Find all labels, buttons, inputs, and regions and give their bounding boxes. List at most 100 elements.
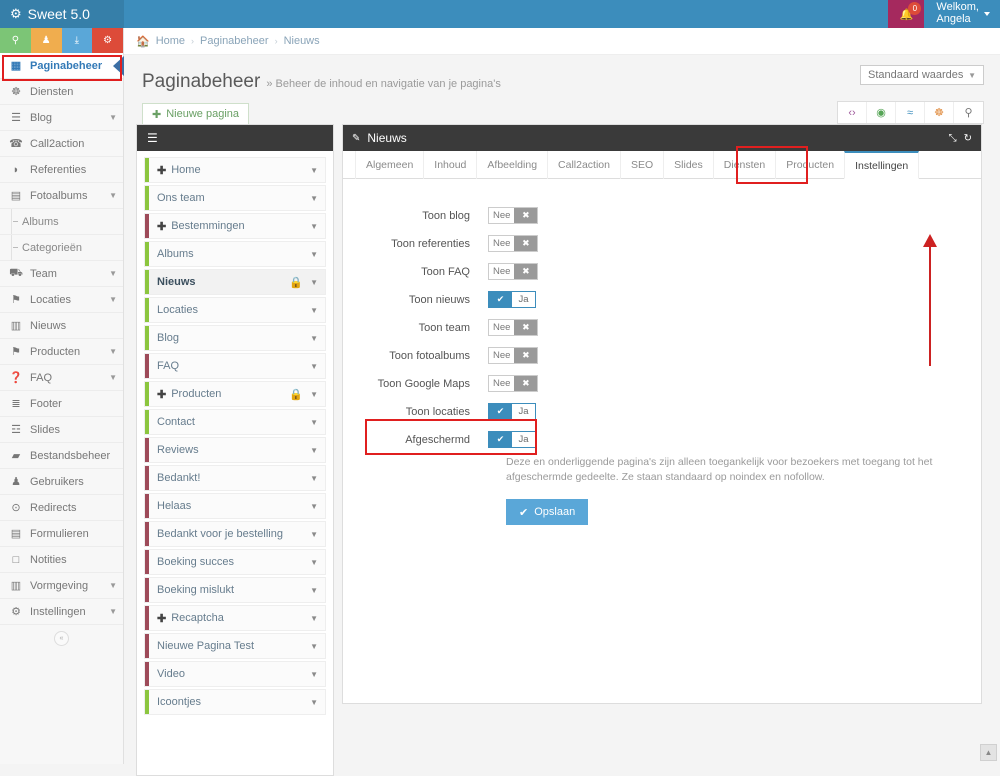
chevron-down-icon[interactable]: ▼ — [310, 194, 318, 203]
tree-row[interactable]: ✚ Producten 🔒 ▼ — [144, 381, 326, 407]
new-page-button[interactable]: ✚ Nieuwe pagina — [142, 103, 249, 125]
chevron-down-icon[interactable]: ▼ — [310, 306, 318, 315]
quick-download-button[interactable]: ⤓ — [61, 28, 93, 53]
tree-row[interactable]: Boeking succes ▼ — [144, 549, 326, 575]
chevron-down-icon[interactable]: ▼ — [310, 334, 318, 343]
quick-user-button[interactable]: ♟ — [30, 28, 62, 53]
breadcrumb-item-nieuws[interactable]: Nieuws — [284, 35, 320, 47]
chevron-down-icon[interactable]: ▼ — [310, 446, 318, 455]
plus-icon[interactable]: ✚ — [157, 612, 166, 625]
tree-row[interactable]: Locaties ▼ — [144, 297, 326, 323]
tree-row[interactable]: ✚ Bestemmingen ▼ — [144, 213, 326, 239]
chevron-down-icon[interactable]: ▼ — [310, 418, 318, 427]
chevron-down-icon[interactable]: ▼ — [310, 530, 318, 539]
toggle-toon-team[interactable]: Nee ✖ — [488, 319, 539, 336]
chevron-down-icon[interactable]: ▼ — [310, 698, 318, 707]
tab-algemeen[interactable]: Algemeen — [355, 151, 425, 179]
tab-inhoud[interactable]: Inhoud — [423, 151, 478, 179]
sidebar-item-producten[interactable]: ⚑ Producten ▼ — [0, 339, 123, 365]
sidebar-collapse-button[interactable]: « — [54, 630, 69, 646]
tab-seo[interactable]: SEO — [619, 151, 665, 179]
toggle-toon-fotoalbums[interactable]: Nee ✖ — [488, 347, 539, 364]
tree-row[interactable]: Reviews ▼ — [144, 437, 326, 463]
chevron-down-icon[interactable]: ▼ — [310, 614, 318, 623]
quick-settings-button[interactable]: ⚙ — [92, 28, 123, 53]
toggle-afgeschermd[interactable]: ✔ Ja — [488, 431, 536, 448]
tree-row[interactable]: Ons team ▼ — [144, 185, 326, 211]
chevron-down-icon[interactable]: ▼ — [310, 474, 318, 483]
toggle-toon-locaties[interactable]: ✔ Ja — [488, 403, 536, 420]
sidebar-item-nieuws[interactable]: ▥ Nieuws — [0, 313, 123, 339]
quick-map-marker-button[interactable]: ⚲ — [0, 28, 31, 53]
chevron-down-icon[interactable]: ▼ — [310, 390, 318, 399]
breadcrumb-item-paginabeheer[interactable]: Paginabeheer — [200, 35, 269, 47]
chevron-down-icon[interactable]: ▼ — [310, 166, 318, 175]
refresh-icon[interactable]: ↻ — [964, 133, 972, 144]
save-button[interactable]: ✔ Opslaan — [506, 499, 589, 526]
sidebar-item-categorie-n[interactable]: Categorieën — [0, 235, 123, 261]
tree-row[interactable]: Contact ▼ — [144, 409, 326, 435]
sitemap-icon[interactable]: ☸ — [925, 102, 954, 123]
tree-row[interactable]: Nieuws 🔒 ▼ — [144, 269, 326, 295]
tree-row[interactable]: FAQ ▼ — [144, 353, 326, 379]
chevron-down-icon[interactable]: ▼ — [310, 222, 318, 231]
toggle-toon-faq[interactable]: Nee ✖ — [488, 263, 539, 280]
tab-afbeelding[interactable]: Afbeelding — [476, 151, 549, 179]
tab-producten[interactable]: Producten — [775, 151, 846, 179]
sidebar-item-locaties[interactable]: ⚑ Locaties ▼ — [0, 287, 123, 313]
tab-diensten[interactable]: Diensten — [712, 151, 777, 179]
breadcrumb-item-home[interactable]: Home — [156, 35, 185, 47]
tab-instellingen[interactable]: Instellingen — [844, 151, 920, 179]
chevron-down-icon[interactable]: ▼ — [310, 250, 318, 259]
sidebar-item-fotoalbums[interactable]: ▤ Fotoalbums ▼ — [0, 183, 123, 209]
tree-row[interactable]: Boeking mislukt ▼ — [144, 577, 326, 603]
sidebar-item-paginabeheer[interactable]: ▦ Paginabeheer — [0, 53, 124, 79]
sidebar-item-redirects[interactable]: ⊙ Redirects — [0, 495, 123, 521]
toggle-toon-nieuws[interactable]: ✔ Ja — [488, 291, 536, 308]
tree-row[interactable]: Bedankt voor je bestelling ▼ — [144, 521, 326, 547]
chevron-down-icon[interactable]: ▼ — [310, 558, 318, 567]
tab-slides[interactable]: Slides — [663, 151, 714, 179]
sidebar-item-notities[interactable]: □ Notities — [0, 547, 123, 573]
tree-row[interactable]: Helaas ▼ — [144, 493, 326, 519]
sidebar-item-slides[interactable]: ☲ Slides — [0, 417, 123, 443]
chevron-down-icon[interactable]: ▼ — [310, 278, 318, 287]
code-icon[interactable]: ‹› — [838, 102, 867, 123]
tree-row[interactable]: Albums ▼ — [144, 241, 326, 267]
chevron-down-icon[interactable]: ▼ — [310, 586, 318, 595]
notifications-button[interactable]: 🔔 0 — [888, 0, 925, 28]
user-menu[interactable]: Welkom, Angela — [924, 0, 1000, 28]
sidebar-item-blog[interactable]: ☰ Blog ▼ — [0, 105, 123, 131]
tree-row[interactable]: Video ▼ — [144, 661, 326, 687]
sidebar-item-referenties[interactable]: ◗ Referenties — [0, 157, 123, 183]
tree-row[interactable]: ✚ Recaptcha ▼ — [144, 605, 326, 631]
sidebar-item-diensten[interactable]: ☸ Diensten — [0, 79, 123, 105]
sidebar-item-team[interactable]: ⛟ Team ▼ — [0, 261, 123, 287]
tree-row[interactable]: Bedankt! ▼ — [144, 465, 326, 491]
expand-icon[interactable]: ⤡ — [949, 133, 957, 144]
chevron-down-icon[interactable]: ▼ — [310, 362, 318, 371]
share-icon[interactable]: ≈ — [896, 102, 925, 123]
chevron-down-icon[interactable]: ▼ — [310, 670, 318, 679]
plus-icon[interactable]: ✚ — [157, 164, 166, 177]
toggle-toon-google-maps[interactable]: Nee ✖ — [488, 375, 539, 392]
sidebar-item-vormgeving[interactable]: ▥ Vormgeving ▼ — [0, 573, 123, 599]
hamburger-icon[interactable]: ☰ — [147, 131, 158, 145]
sidebar-item-call2action[interactable]: ☎ Call2action — [0, 131, 123, 157]
sidebar-item-faq[interactable]: ❓ FAQ ▼ — [0, 365, 123, 391]
brand-logo[interactable]: ⚙ Sweet 5.0 — [0, 0, 124, 28]
plus-icon[interactable]: ✚ — [157, 388, 166, 401]
eye-icon[interactable]: ◉ — [867, 102, 896, 123]
sidebar-item-formulieren[interactable]: ▤ Formulieren — [0, 521, 123, 547]
toggle-toon-blog[interactable]: Nee ✖ — [488, 207, 539, 224]
plus-icon[interactable]: ✚ — [157, 220, 166, 233]
sidebar-item-instellingen[interactable]: ⚙ Instellingen ▼ — [0, 599, 123, 625]
search-icon[interactable]: ⚲ — [954, 102, 983, 123]
chevron-down-icon[interactable]: ▼ — [310, 642, 318, 651]
tree-row[interactable]: Nieuwe Pagina Test ▼ — [144, 633, 326, 659]
sidebar-item-albums[interactable]: Albums — [0, 209, 123, 235]
sidebar-item-footer[interactable]: ≣ Footer — [0, 391, 123, 417]
tree-row[interactable]: Blog ▼ — [144, 325, 326, 351]
tree-row[interactable]: Icoontjes ▼ — [144, 689, 326, 715]
chevron-down-icon[interactable]: ▼ — [310, 502, 318, 511]
